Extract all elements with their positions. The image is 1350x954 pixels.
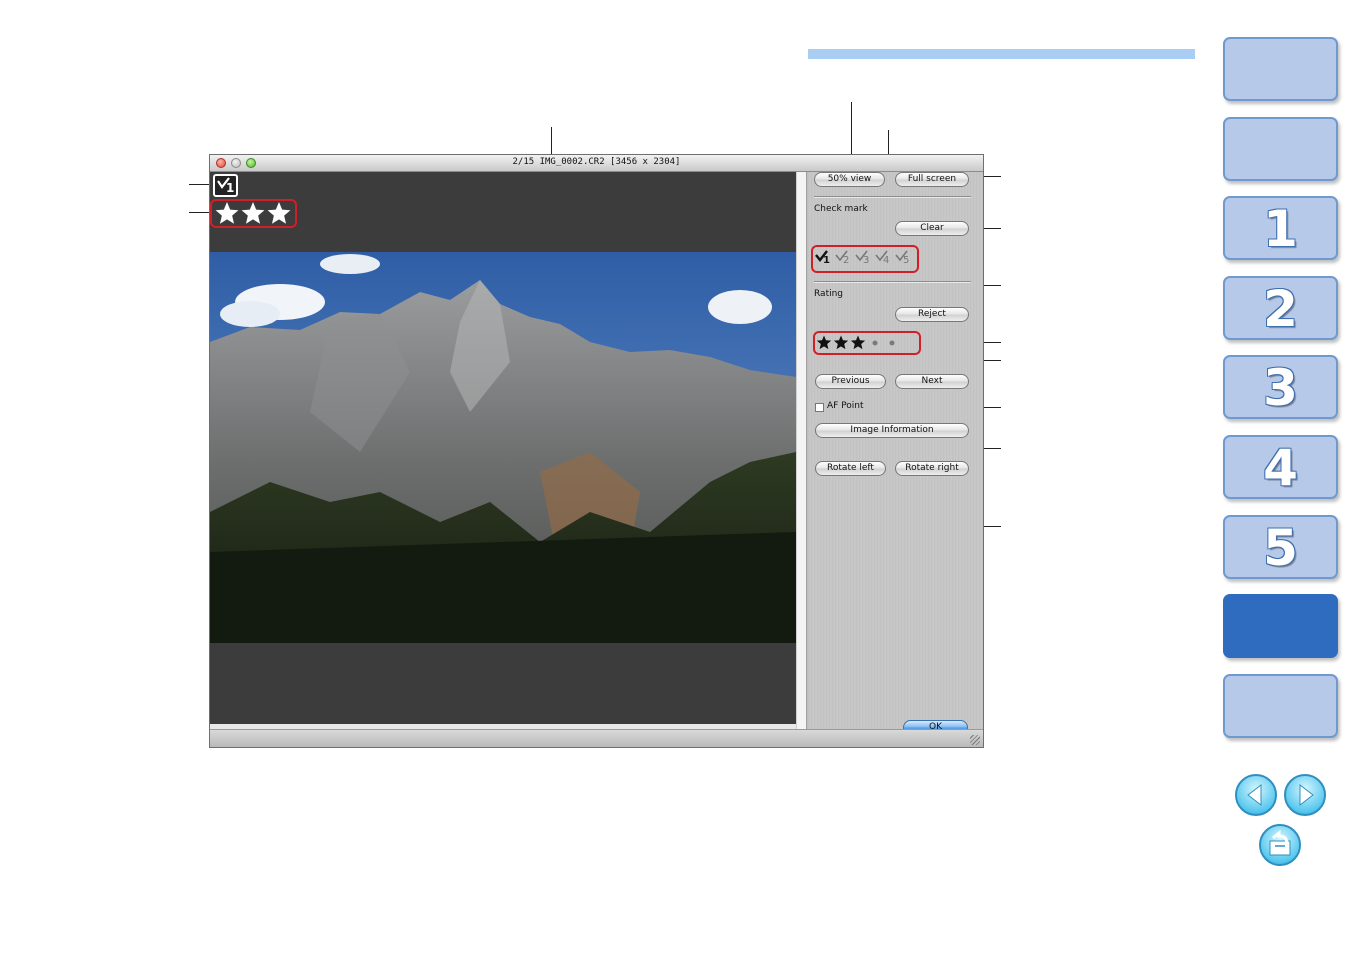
viewer-rating-stars — [214, 201, 294, 227]
nav-tab-1[interactable] — [1223, 37, 1338, 101]
check-mark-number: 3 — [863, 255, 870, 266]
rating-star-1-button[interactable] — [816, 335, 832, 350]
50-percent-view-button[interactable]: 50% view — [814, 172, 885, 187]
viewer-vertical-scrollbar[interactable] — [796, 172, 807, 729]
separator-2 — [814, 281, 971, 283]
previous-button[interactable]: Previous — [815, 374, 886, 389]
return-icon[interactable] — [1259, 824, 1301, 866]
chapter-tab-number: 3 — [1263, 359, 1298, 418]
check-mark-number: 1 — [823, 255, 830, 266]
rating-buttons — [816, 335, 917, 351]
rotate-right-button[interactable]: Rotate right — [895, 461, 969, 476]
check-mark-number: 1 — [226, 181, 235, 195]
check-mark-number: 5 — [903, 255, 910, 266]
rating-star-2-button[interactable] — [833, 335, 849, 350]
chapter-tab-4[interactable]: 4 — [1223, 435, 1338, 499]
nav-tab-8[interactable] — [1223, 594, 1338, 659]
check-mark-number: 2 — [843, 255, 850, 266]
chapter-tab-number: 2 — [1263, 279, 1298, 338]
nav-tab-9[interactable] — [1223, 673, 1338, 738]
separator-1 — [814, 196, 971, 198]
quick-check-window: 2/15 IMG_0002.CR2 [3456 x 2304] 1 50% vi… — [209, 154, 984, 748]
rating-dot-4-button[interactable] — [872, 340, 878, 346]
af-point-checkbox[interactable] — [815, 403, 824, 412]
check-mark-1-icon: 1 — [213, 174, 238, 197]
check-mark-5-button[interactable]: 5 — [895, 249, 913, 269]
full-screen-button[interactable]: Full screen — [895, 172, 969, 187]
chapter-tab-number: 4 — [1263, 439, 1298, 497]
window-titlebar[interactable]: 2/15 IMG_0002.CR2 [3456 x 2304] — [210, 155, 983, 172]
header-bar — [808, 49, 1195, 59]
rating-label: Rating — [814, 289, 844, 299]
photo-mountain-landscape — [210, 252, 796, 643]
right-arrow-icon[interactable] — [1284, 774, 1326, 816]
check-mark-label: Check mark — [814, 204, 868, 214]
af-point-label[interactable]: AF Point — [827, 401, 864, 411]
chapter-tab-number: 5 — [1263, 518, 1298, 577]
check-mark-buttons: 1 2 3 4 5 — [815, 249, 915, 269]
reject-button[interactable]: Reject — [895, 307, 969, 322]
check-mark-3-button[interactable]: 3 — [855, 249, 873, 269]
chapter-tab-2[interactable]: 2 — [1223, 275, 1338, 340]
resize-grip-icon[interactable] — [970, 735, 980, 745]
viewer-star-icon — [241, 202, 265, 224]
check-mark-number: 4 — [883, 255, 890, 266]
window-title: 2/15 IMG_0002.CR2 [3456 x 2304] — [512, 157, 681, 167]
check-mark-2-button[interactable]: 2 — [835, 249, 853, 269]
control-panel: 50% view Full screen Check mark Clear 1 2… — [808, 172, 983, 735]
rotate-left-button[interactable]: Rotate left — [815, 461, 886, 476]
rating-star-3-button[interactable] — [850, 335, 866, 350]
chapter-tab-3[interactable]: 3 — [1223, 355, 1338, 420]
window-statusbar — [210, 729, 983, 747]
viewer-star-icon — [215, 202, 239, 224]
chapter-tab-5[interactable]: 5 — [1223, 514, 1338, 579]
image-viewer[interactable]: 1 — [210, 172, 796, 724]
chapter-tab-1[interactable]: 1 — [1223, 196, 1338, 261]
check-mark-1-button[interactable]: 1 — [815, 249, 833, 269]
nav-tab-2[interactable] — [1223, 116, 1338, 181]
viewer-star-icon — [267, 202, 291, 224]
image-information-button[interactable]: Image Information — [815, 423, 969, 438]
chapter-tab-number: 1 — [1263, 200, 1298, 259]
check-mark-4-button[interactable]: 4 — [875, 249, 893, 269]
next-button[interactable]: Next — [895, 374, 969, 389]
rating-dot-5-button[interactable] — [889, 340, 895, 346]
clear-button[interactable]: Clear — [895, 221, 969, 236]
left-arrow-icon[interactable] — [1235, 774, 1277, 816]
